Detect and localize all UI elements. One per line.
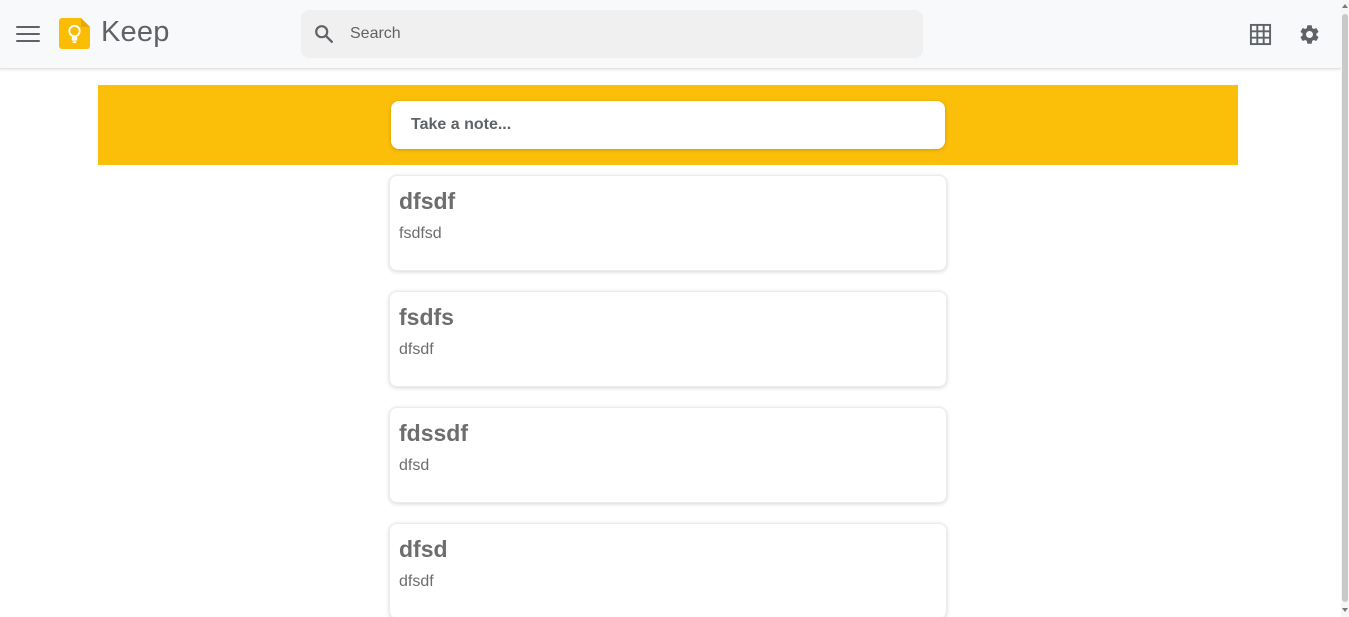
note-body: dfsd	[399, 457, 430, 474]
note-body: dfsdf	[399, 573, 434, 590]
note-body: fsdfsd	[399, 225, 442, 242]
take-note-card[interactable]	[391, 101, 945, 149]
scroll-down-arrow-icon[interactable]	[1342, 608, 1348, 612]
menu-icon[interactable]	[16, 23, 40, 45]
keep-lightbulb-icon	[59, 18, 90, 49]
menu-icon-bar	[16, 26, 40, 29]
note-card[interactable]: dfsdf fsdfsd	[389, 175, 947, 271]
menu-icon-bar	[16, 40, 40, 43]
settings-gear-icon[interactable]	[1298, 23, 1321, 46]
app-window: Keep dfsdf fsdfsd fsdfs dfsdf fdssdf	[0, 0, 1349, 617]
grid-view-icon[interactable]	[1249, 23, 1272, 46]
scroll-up-arrow-icon[interactable]	[1342, 4, 1348, 8]
note-card[interactable]: fsdfs dfsdf	[389, 291, 947, 387]
note-title: dfsd	[399, 536, 448, 562]
menu-icon-bar	[16, 33, 40, 36]
search-icon[interactable]	[313, 23, 335, 45]
note-title: fdssdf	[399, 420, 468, 446]
top-app-bar: Keep	[0, 0, 1341, 69]
note-body: dfsdf	[399, 341, 434, 358]
app-title[interactable]: Keep	[101, 14, 170, 50]
take-note-input[interactable]	[411, 113, 921, 137]
scrollbar-thumb[interactable]	[1342, 14, 1348, 602]
note-card[interactable]: fdssdf dfsd	[389, 407, 947, 503]
note-title: fsdfs	[399, 304, 454, 330]
note-title: dfsdf	[399, 188, 456, 214]
search-input[interactable]	[350, 20, 910, 48]
note-card[interactable]: dfsd dfsdf	[389, 523, 947, 617]
vertical-scrollbar[interactable]	[1341, 0, 1349, 617]
